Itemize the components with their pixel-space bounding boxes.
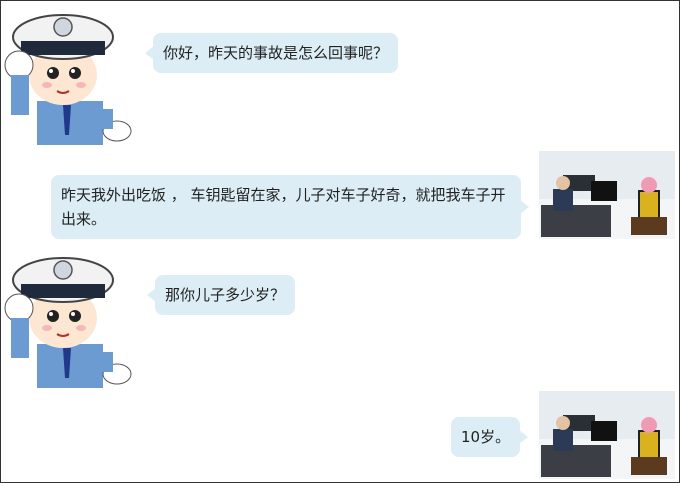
message-bubble: 昨天我外出吃饭 ， 车钥匙留在家，儿子对车子好奇，就把我车子开出来。 bbox=[51, 175, 529, 239]
message-bubble: 10岁。 bbox=[451, 417, 529, 457]
police-officer-avatar-icon bbox=[1, 5, 135, 145]
parent-photo-avatar bbox=[539, 151, 675, 239]
police-officer-avatar-icon bbox=[1, 248, 135, 388]
chat-panel: 你好，昨天的事故是怎么回事呢？ 昨天我外出吃饭 ， 车钥匙留在家，儿子对车子好奇… bbox=[0, 0, 680, 483]
police-station-photo-icon bbox=[539, 391, 675, 479]
parent-photo-avatar bbox=[539, 391, 675, 479]
message-bubble: 那你儿子多少岁？ bbox=[146, 275, 296, 315]
police-station-photo-icon bbox=[539, 151, 675, 239]
message-bubble: 你好，昨天的事故是怎么回事呢？ bbox=[144, 33, 399, 73]
